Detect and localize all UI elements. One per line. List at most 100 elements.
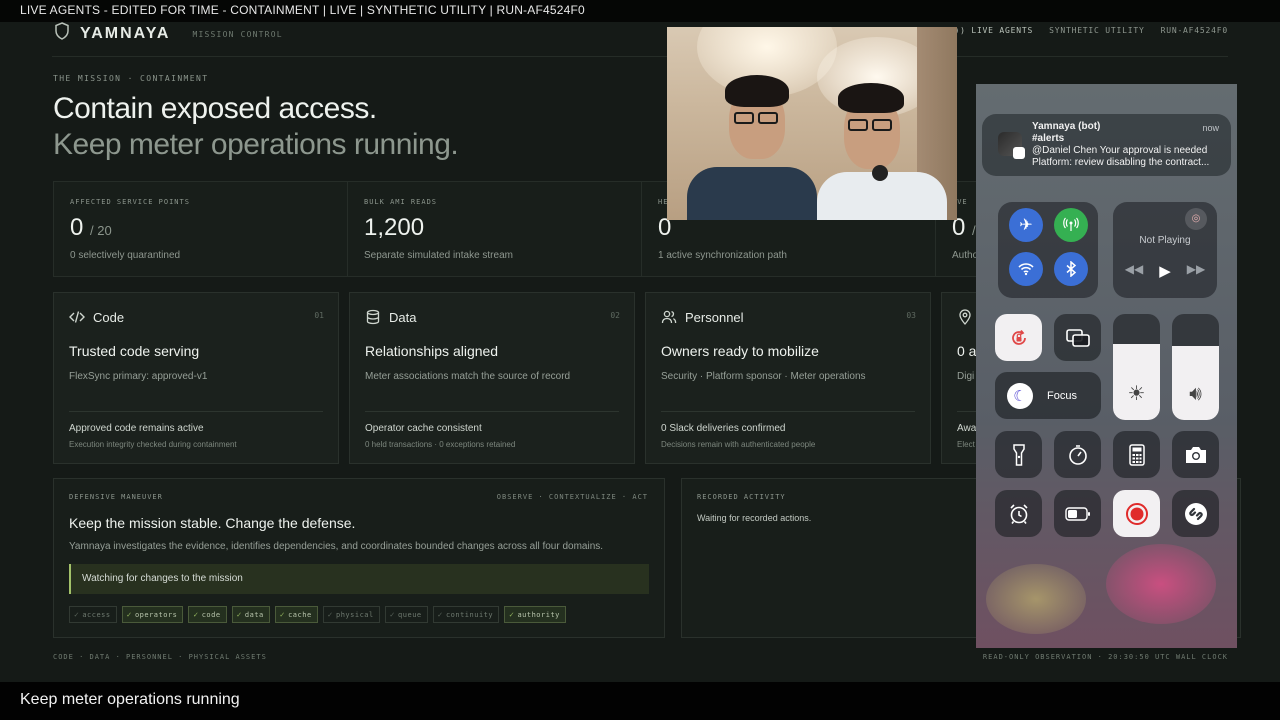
flashlight-icon[interactable] [995,431,1042,478]
check-icon: ✓ [437,610,443,619]
airplay-icon[interactable]: ◎ [1185,208,1207,230]
domain-card-code[interactable]: Code 01 Trusted code serving FlexSync pr… [53,292,339,464]
check-icon: ✓ [389,610,396,619]
card-name: Personnel [685,309,744,325]
fast-forward-icon[interactable]: ▶▶ [1187,262,1205,280]
domain-chip: ✓ data [231,606,270,623]
connectivity-tile: ✈ [998,202,1098,298]
rotation-lock-icon[interactable] [995,314,1042,361]
defensive-maneuver-panel: DEFENSIVE MANEUVER OBSERVE · CONTEXTUALI… [53,478,665,638]
chip-label: physical [336,610,374,619]
camera-icon[interactable] [1172,431,1219,478]
rewind-icon[interactable]: ◀◀ [1125,262,1143,280]
chip-label: data [244,610,264,619]
alarm-icon[interactable] [995,490,1042,537]
chip-label: access [82,610,111,619]
cellular-icon[interactable] [1054,208,1088,242]
watching-status: Watching for changes to the mission [69,564,649,594]
check-icon: ✓ [126,610,132,619]
screen-mirroring-icon[interactable] [1054,314,1101,361]
brand: YAMNAYA MISSION CONTROL [54,22,283,45]
video-bottom-caption: Keep meter operations running [0,682,1280,720]
code-icon [69,309,85,325]
brightness-slider[interactable]: ☀ [1113,314,1160,420]
stat-note: Separate simulated intake stream [364,250,513,261]
stat-value: 1,200 [364,214,425,241]
battery-icon[interactable] [1054,490,1101,537]
screen-recording: YAMNAYA MISSION CONTROL ((·)) LIVE AGENT… [0,22,1280,682]
card-number: 01 [314,311,324,320]
notification-line-2: Platform: review disabling the contract.… [1032,157,1210,168]
chip-label: queue [398,610,422,619]
check-icon: ✓ [327,610,333,619]
check-icon: ✓ [279,610,286,619]
footer-clock: READ-ONLY OBSERVATION · 20:30:50 UTC WAL… [982,653,1228,661]
domain-chip: ✓ queue [384,606,428,623]
card-footer-detail: 0 held transactions · 0 exceptions retai… [365,440,516,449]
card-footer: Approved code remains active [69,423,204,434]
brightness-icon: ☀ [1127,383,1146,405]
check-icon: ✓ [509,610,515,619]
chip-label: operators [134,610,178,619]
card-title: Owners ready to mobilize [661,343,819,359]
mission-subtitle: Keep meter operations running. [53,128,459,161]
notification-sender: Yamnaya (bot) [1032,121,1101,132]
screen-record-icon[interactable] [1113,490,1160,537]
brand-subtitle: MISSION CONTROL [192,30,283,39]
footer-domains: CODE · DATA · PERSONNEL · PHYSICAL ASSET… [53,653,267,661]
moon-icon: ☾ [1007,382,1033,409]
bluetooth-icon[interactable] [1054,252,1088,286]
notification-time: now [1202,123,1219,133]
play-icon[interactable]: ▶ [1159,262,1171,280]
location-pin-icon [957,309,973,325]
stat-label: BULK AMI READS [364,198,438,206]
card-subtitle: FlexSync primary: approved-v1 [69,371,208,382]
chip-label: continuity [445,610,494,619]
card-footer-detail: Execution integrity checked during conta… [69,440,237,449]
card-footer: Operator cache consistent [365,423,482,434]
brand-name: YAMNAYA [80,24,171,42]
domain-chip: ✓ code [188,606,227,623]
chip-label: authority [517,610,560,619]
volume-slider[interactable]: 🔊︎ [1172,314,1219,420]
mission-eyebrow: THE MISSION · CONTAINMENT [53,74,209,83]
focus-button[interactable]: ☾ Focus [995,372,1101,419]
airplane-mode-icon[interactable]: ✈ [1009,208,1043,242]
domain-card-personnel[interactable]: Personnel 03 Owners ready to mobilize Se… [645,292,931,464]
webcam-video [667,27,957,220]
card-title: Relationships aligned [365,343,499,359]
domain-chip: ✓ operators [121,606,184,623]
now-playing-label: Not Playing [1139,235,1191,246]
calculator-icon[interactable] [1113,431,1160,478]
wifi-icon[interactable] [1009,252,1043,286]
check-icon: ✓ [193,610,199,619]
shield-icon [54,22,70,45]
card-subtitle: Meter associations match the source of r… [365,371,571,382]
check-icon: ✓ [236,610,242,619]
card-name: Code [93,309,125,325]
domain-chip: ✓ physical [322,606,380,623]
stat-note: 0 selectively quarantined [70,250,181,261]
database-icon [365,309,381,325]
header-meta: ((·)) LIVE AGENTS SYNTHETIC UTILITY RUN-… [938,26,1228,35]
domain-card-data[interactable]: Data 02 Relationships aligned Meter asso… [349,292,635,464]
focus-label: Focus [1047,389,1077,402]
card-footer-detail: Decisions remain with authenticated peop… [661,440,816,449]
slack-notification[interactable]: Yamnaya (bot) #alerts @Daniel Chen Your … [982,114,1231,176]
stat-value: 0 / 20 [70,214,112,241]
notification-line-1: @Daniel Chen Your approval is needed [1032,145,1208,156]
shazam-icon[interactable] [1172,490,1219,537]
card-divider [365,411,619,412]
domain-chip: ✓ access [69,606,117,623]
header-divider [52,56,1228,57]
stat-bulk-ami-reads: BULK AMI READS 1,200 Separate simulated … [348,182,642,276]
stat-label: AFFECTED SERVICE POINTS [70,198,190,206]
defensive-steps: OBSERVE · CONTEXTUALIZE · ACT [496,493,648,501]
domain-chips: ✓ access ✓ operators ✓ code ✓ data ✓ cache ✓ physic… [69,606,649,623]
card-divider [69,411,323,412]
timer-icon[interactable] [1054,431,1101,478]
defensive-title: Keep the mission stable. Change the defe… [69,515,356,531]
domain-chip: ✓ continuity [432,606,500,623]
card-name: Data [389,309,417,325]
now-playing-tile: ◎ Not Playing ◀◀ ▶ ▶▶ [1113,202,1217,298]
